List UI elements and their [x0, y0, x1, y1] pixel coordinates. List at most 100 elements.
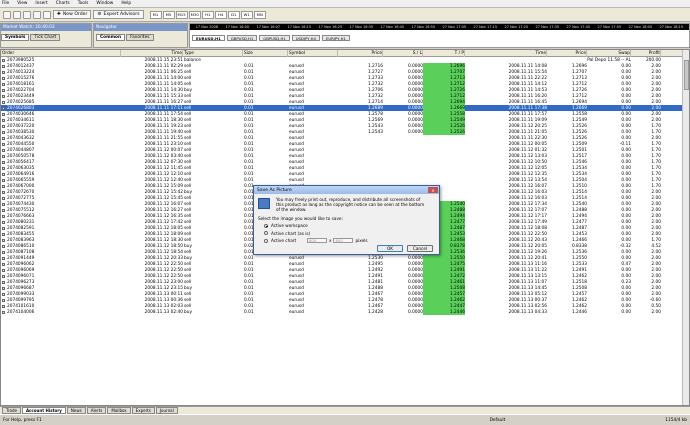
new-chart-button[interactable]: [3, 10, 11, 19]
menu-item-view[interactable]: View: [17, 1, 27, 6]
tab-chart[interactable]: GBPUSD,H1: [226, 35, 258, 41]
timeframe-mn[interactable]: MN: [253, 10, 266, 19]
cell-value: 2008.11.11 23:10: [144, 141, 183, 147]
ok-button[interactable]: OK: [377, 245, 403, 252]
order-icon: [2, 292, 5, 296]
order-icon: [2, 88, 5, 92]
cell-value: 0.00: [621, 213, 631, 219]
cancel-button[interactable]: Cancel: [407, 245, 433, 252]
menu-item-help[interactable]: Help: [121, 1, 131, 6]
tab-news[interactable]: News: [66, 407, 86, 414]
timeframe-m1[interactable]: M1: [149, 10, 162, 19]
order-icon: [2, 106, 5, 110]
radio-icon[interactable]: [264, 231, 268, 236]
cell-value: 1.2713: [449, 75, 465, 81]
column-header[interactable]: Symbol: [288, 50, 338, 57]
cell-value: 1.2732: [367, 93, 383, 99]
menu-item-window[interactable]: Window: [96, 1, 113, 6]
tab-alerts[interactable]: Alerts: [86, 407, 107, 414]
timeframe-h1[interactable]: H1: [201, 10, 214, 19]
tab-account-history[interactable]: Account History: [21, 407, 66, 414]
radio-selected-icon[interactable]: [264, 223, 268, 228]
terminal-button[interactable]: [43, 10, 51, 19]
scroll-thumb[interactable]: [684, 60, 689, 90]
tab-favorites[interactable]: Favorites: [126, 34, 154, 41]
radio-icon[interactable]: [264, 238, 268, 243]
cell-value: eurusd: [289, 285, 304, 291]
dialog-title: Save As Picture: [257, 187, 292, 193]
cell-value: 2074034611: [7, 117, 35, 123]
cell-value: 2074096687: [7, 285, 35, 291]
tab-symbols[interactable]: Symbols: [1, 34, 30, 41]
tab-chart[interactable]: EURUSD,H1: [192, 35, 225, 41]
tab-journal[interactable]: Journal: [155, 407, 178, 414]
column-header[interactable]: Price: [338, 50, 383, 57]
x-label: x: [329, 238, 332, 244]
cell-value: 1.2714: [367, 99, 383, 105]
option-active-chart-as-is[interactable]: Active chart (as is): [264, 231, 435, 236]
cell-value: 0.00: [621, 225, 631, 231]
cell-value: 0.0000: [407, 297, 423, 303]
table-cell: 1.2446: [547, 309, 587, 315]
column-header[interactable]: Swap: [587, 50, 631, 57]
cell-value: sell: [184, 249, 192, 255]
cell-value: 2074076663: [7, 213, 35, 219]
cell-value: sell: [184, 63, 192, 69]
column-header[interactable]: Profit: [631, 50, 661, 57]
tab-chart[interactable]: GBPUSD,H1: [259, 35, 290, 41]
column-header[interactable]: S / L: [383, 50, 423, 57]
menu-item-tools[interactable]: Tools: [78, 1, 89, 6]
cell-value: 0.0000: [407, 75, 423, 81]
table-cell: 0.0000: [383, 309, 423, 315]
cell-value: 0.00: [621, 309, 631, 315]
timeframe-m5[interactable]: M5: [162, 10, 175, 19]
vertical-scrollbar[interactable]: [682, 50, 689, 405]
cell-value: 2074083455: [7, 231, 35, 237]
cell-value: 0.01: [244, 267, 254, 273]
column-header[interactable]: T / P: [423, 50, 465, 57]
timeframe-m15[interactable]: M15: [175, 10, 188, 19]
cell-value: 1.2726: [571, 87, 587, 93]
width-input[interactable]: 800: [307, 238, 327, 244]
cell-value: 1.2487: [449, 225, 465, 231]
tab-mailbox[interactable]: Mailbox: [107, 407, 131, 414]
timeframe-h4[interactable]: H4: [214, 10, 227, 19]
column-header[interactable]: Time: [465, 50, 547, 57]
close-icon[interactable]: ✕: [428, 187, 438, 193]
timeframe-m30[interactable]: M30: [188, 10, 201, 19]
navigator-button[interactable]: [33, 10, 41, 19]
timeframe-w1[interactable]: W1: [240, 10, 253, 19]
cell-value: 2008.11.12 07:30: [144, 159, 183, 165]
menu-item-insert[interactable]: Insert: [35, 1, 47, 6]
column-header[interactable]: Size: [243, 50, 288, 57]
market-watch-button[interactable]: [23, 10, 31, 19]
new-order-button[interactable]: ✚ New Order: [53, 10, 92, 19]
cell-value: 2008.11.12 15:45: [144, 195, 183, 201]
column-header[interactable]: Type: [183, 50, 243, 57]
timeframe-d1[interactable]: D1: [227, 10, 240, 19]
tab-tick-chart[interactable]: Tick Chart: [30, 34, 61, 41]
cell-value: 1.2558: [571, 111, 587, 117]
column-header[interactable]: Time: [121, 50, 183, 57]
cell-value: 1.2712: [571, 81, 587, 87]
menu-item-charts[interactable]: Charts: [56, 1, 70, 6]
tab-trade[interactable]: Trade: [2, 407, 21, 414]
expert-advisors-button[interactable]: ⚙ Expert Advisors: [93, 10, 144, 19]
option-active-workspace[interactable]: Active workspace: [264, 223, 435, 228]
tab-chart[interactable]: EURJPY,H1: [321, 35, 350, 41]
profiles-button[interactable]: [13, 10, 21, 19]
tab-chart[interactable]: USDJPY,H4: [291, 35, 320, 41]
table-row[interactable]: 2074104006 2008.11.13 02:40 buy 0.01 eurusd 1…: [1, 309, 689, 315]
cell-value: 0.01: [244, 177, 254, 183]
tab-experts[interactable]: Experts: [131, 407, 155, 414]
option-active-chart[interactable]: Active chart 800 x 600 pixels: [264, 238, 435, 244]
dialog-title-bar: Save As Picture ✕: [254, 186, 439, 194]
cell-value: 0.01: [244, 99, 254, 105]
height-input[interactable]: 600: [333, 238, 354, 244]
tab-common[interactable]: Common: [96, 34, 126, 41]
cell-value: eurusd: [289, 123, 304, 129]
column-header[interactable]: Order: [1, 50, 121, 57]
cell-value: 2008.11.11 06:25: [144, 69, 183, 75]
menu-item-file[interactable]: File: [2, 1, 9, 6]
column-header[interactable]: Price: [547, 50, 587, 57]
